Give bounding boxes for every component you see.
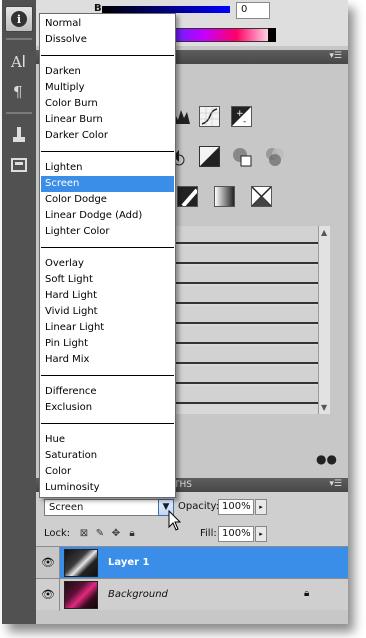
layer-thumbnail [64,581,98,609]
layers-panel-menu-icon[interactable]: ▾☰ [329,479,342,489]
dock-divider [6,38,32,40]
threshold-icon[interactable] [177,186,199,208]
svg-text:i: i [17,13,21,26]
lock-transparency-icon[interactable]: ⊠ [78,528,90,540]
list-scrollbar[interactable]: ▲ ▼ [318,226,330,414]
channel-slider[interactable] [102,6,230,13]
fill-slider-toggle[interactable]: ▸ [255,526,267,542]
blend-option-luminosity[interactable]: Luminosity [41,480,174,496]
layer-row-background[interactable]: 👁︎ Background 🔒︎ [36,578,348,611]
svg-text:A: A [10,53,22,71]
visibility-toggle[interactable]: 👁︎ [36,547,60,579]
menu-separator [41,247,174,248]
list-item[interactable] [174,286,318,304]
blend-option-hue[interactable]: Hue [41,432,174,448]
list-item[interactable] [174,346,318,364]
adjustment-options-icon[interactable]: ●● [316,452,337,466]
blend-option-saturation[interactable]: Saturation [41,448,174,464]
lock-icon: 🔒︎ [304,588,310,599]
menu-separator [41,423,174,424]
fill-field[interactable]: 100% [218,526,254,542]
channel-value-field[interactable]: 0 [236,2,270,19]
blend-option-linear-burn[interactable]: Linear Burn [41,112,174,128]
eye-icon[interactable]: 👁︎ [40,588,56,602]
blend-option-linear-light[interactable]: Linear Light [41,320,174,336]
svg-text:-: - [243,117,246,126]
curves-icon[interactable] [199,106,220,127]
visibility-toggle[interactable]: 👁︎ [36,579,60,611]
lock-label: Lock: [44,528,71,539]
lock-position-icon[interactable]: ✥ [110,528,122,540]
list-item[interactable] [174,226,318,244]
blend-option-lighten[interactable]: Lighten [41,160,174,176]
layer-name[interactable]: Layer 1 [108,557,149,568]
blend-option-overlay[interactable]: Overlay [41,256,174,272]
color-spectrum[interactable] [164,28,276,42]
tool-presets-icon[interactable] [5,152,33,178]
blend-option-pin-light[interactable]: Pin Light [41,336,174,352]
blend-option-normal[interactable]: Normal [41,16,174,32]
eye-icon[interactable]: 👁︎ [40,556,56,570]
paragraph-icon[interactable]: ¶ [5,78,33,104]
photo-filter-icon[interactable] [231,146,252,167]
blend-option-exclusion[interactable]: Exclusion [41,400,174,416]
exposure-icon[interactable]: + - [231,106,252,127]
scroll-up-icon[interactable]: ▲ [321,228,327,237]
list-item[interactable] [174,246,318,264]
opacity-slider-toggle[interactable]: ▸ [255,499,267,515]
gradient-map-icon[interactable] [214,186,235,207]
adjustments-list [174,226,318,414]
blend-option-vivid-light[interactable]: Vivid Light [41,304,174,320]
blend-option-hard-light[interactable]: Hard Light [41,288,174,304]
mouse-cursor-icon [168,509,182,537]
blend-option-darken[interactable]: Darken [41,64,174,80]
blend-option-color-burn[interactable]: Color Burn [41,96,174,112]
blend-mode-menu: Normal Dissolve Darken Multiply Color Burn Li… [39,13,176,498]
dock-divider [6,112,32,114]
blend-option-color[interactable]: Color [41,464,174,480]
blend-option-multiply[interactable]: Multiply [41,80,174,96]
character-icon[interactable]: A [5,48,33,74]
menu-separator [41,151,174,152]
layers-controls: Screen ▼ Opacity: 100% ▸ Lock: ⊠ ✎ ✥ 🔒︎ … [36,492,348,546]
list-item[interactable] [174,326,318,344]
blend-option-color-dodge[interactable]: Color Dodge [41,192,174,208]
lock-image-icon[interactable]: ✎ [94,528,106,540]
info-icon[interactable]: i [5,6,33,32]
menu-separator [41,55,174,56]
tab-paths[interactable]: THS [174,480,192,490]
menu-separator [41,375,174,376]
panel-dock-strip: i A ¶ [2,0,36,624]
opacity-field[interactable]: 100% [218,499,254,515]
lock-all-icon[interactable]: 🔒︎ [126,528,138,540]
blend-option-hard-mix[interactable]: Hard Mix [41,352,174,368]
panel-menu-icon[interactable]: ▾☰ [329,51,342,61]
selective-color-icon[interactable] [251,186,272,207]
black-white-icon[interactable] [199,146,220,167]
blend-option-difference[interactable]: Difference [41,384,174,400]
scroll-down-icon[interactable]: ▼ [321,403,327,412]
photoshop-window: i A ¶ B 0 ▾☰ + - ▲ ▼ ●● THS ▾☰ Screen ▼ … [2,0,348,624]
blend-option-linear-dodge-add[interactable]: Linear Dodge (Add) [41,208,174,224]
list-item[interactable] [174,266,318,284]
layer-thumbnail [64,549,98,577]
list-item[interactable] [174,366,318,384]
blend-option-lighter-color[interactable]: Lighter Color [41,224,174,240]
layer-name[interactable]: Background [108,589,168,600]
blend-mode-select[interactable]: Screen [44,499,174,516]
opacity-label: Opacity: [178,501,220,512]
blend-option-screen[interactable]: Screen [41,176,174,192]
channel-mixer-icon[interactable] [264,146,285,167]
blend-option-dissolve[interactable]: Dissolve [41,32,174,48]
fill-label: Fill: [200,528,217,539]
list-item[interactable] [174,386,318,404]
list-item[interactable] [174,306,318,324]
layer-row-layer-1[interactable]: 👁︎ Layer 1 [36,546,348,579]
blend-option-soft-light[interactable]: Soft Light [41,272,174,288]
svg-text:¶: ¶ [13,83,23,101]
blend-option-darker-color[interactable]: Darker Color [41,128,174,144]
clone-source-icon[interactable] [5,122,33,148]
